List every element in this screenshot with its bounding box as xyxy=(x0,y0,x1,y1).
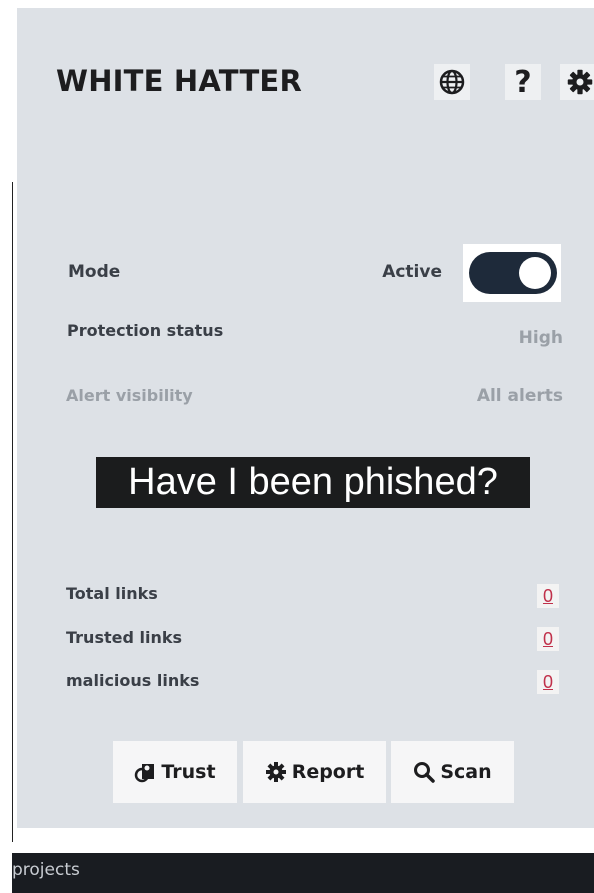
gear-icon[interactable] xyxy=(560,64,594,100)
trusted-links-count[interactable]: 0 xyxy=(537,627,559,651)
total-links-count[interactable]: 0 xyxy=(537,584,559,608)
extension-popup xyxy=(17,8,594,828)
phished-banner[interactable]: Have I been phished? xyxy=(96,457,530,508)
report-label: Report xyxy=(291,761,365,783)
protection-status-value: High xyxy=(518,328,563,348)
mode-toggle[interactable] xyxy=(463,244,561,302)
scan-label: Scan xyxy=(440,761,492,783)
malicious-links-count[interactable]: 0 xyxy=(537,670,559,694)
toggle-knob xyxy=(519,257,551,289)
trust-label: Trust xyxy=(161,761,216,783)
trusted-links-label: Trusted links xyxy=(66,628,183,647)
bug-icon xyxy=(265,761,287,783)
taskbar: projects xyxy=(12,853,594,893)
malicious-links-label: malicious links xyxy=(66,671,200,690)
taskbar-projects[interactable]: projects xyxy=(12,860,80,880)
scan-button[interactable]: Scan xyxy=(391,741,514,803)
search-icon xyxy=(413,761,436,783)
toggle-track xyxy=(469,252,557,294)
help-glyph: ? xyxy=(514,64,532,100)
protection-status-label: Protection status xyxy=(67,321,224,340)
mode-state: Active xyxy=(382,262,442,282)
trust-button[interactable]: Trust xyxy=(113,741,237,803)
app-title: WHITE HATTER xyxy=(56,64,302,98)
user-shield-icon xyxy=(134,761,156,783)
help-icon[interactable]: ? xyxy=(505,64,541,100)
total-links-label: Total links xyxy=(66,584,158,603)
globe-icon[interactable] xyxy=(434,64,470,100)
window-left-edge xyxy=(12,182,13,842)
alert-visibility-value: All alerts xyxy=(476,386,563,406)
mode-label: Mode xyxy=(68,262,121,282)
alert-visibility-label: Alert visibility xyxy=(66,386,193,405)
report-button[interactable]: Report xyxy=(243,741,386,803)
